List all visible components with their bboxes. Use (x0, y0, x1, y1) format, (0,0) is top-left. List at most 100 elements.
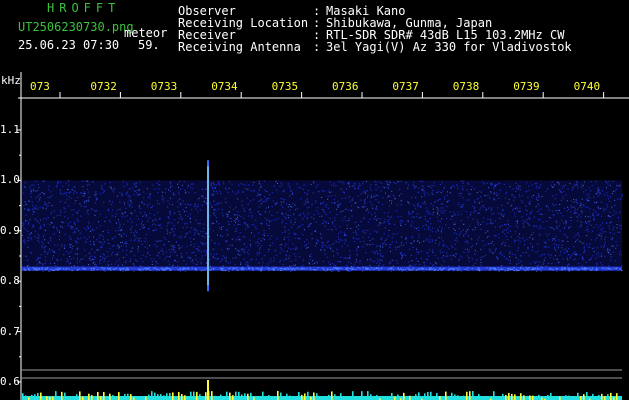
bottom-bar (370, 394, 372, 400)
bottom-bar (568, 395, 570, 400)
bottom-bar (100, 396, 102, 400)
bottom-bar (304, 393, 306, 400)
bottom-bar (139, 396, 141, 400)
bottom-bar (55, 391, 57, 400)
bottom-bar (262, 391, 264, 400)
bottom-bar (145, 396, 147, 400)
bottom-bar (328, 394, 330, 400)
bottom-bar (472, 391, 474, 400)
bottom-bar (286, 393, 288, 400)
bottom-bar (376, 395, 378, 400)
bottom-bar (298, 392, 300, 400)
bottom-bar (526, 395, 528, 400)
bottom-bar (211, 391, 213, 400)
y-tick-label: 1.1 (0, 123, 20, 136)
bottom-bar (538, 394, 540, 400)
bottom-bar (34, 394, 36, 400)
bottom-bar (577, 392, 579, 400)
bottom-bar (439, 396, 441, 400)
bottom-bar (265, 396, 267, 400)
y-axis-unit: kHz (1, 74, 21, 87)
bottom-bar (181, 394, 183, 400)
bottom-bar (403, 392, 405, 400)
bottom-bar (124, 393, 126, 400)
bottom-bar (46, 396, 48, 400)
bottom-bar (277, 391, 279, 400)
bottom-bar (148, 394, 150, 400)
y-tick-label: 0.7 (0, 324, 20, 338)
bottom-bar (580, 396, 582, 400)
bottom-bar (340, 393, 342, 400)
x-tick-label: 073 (30, 81, 50, 92)
bottom-bar (241, 394, 243, 400)
bottom-bar (508, 392, 510, 400)
bottom-bar (529, 395, 531, 400)
noise-band (22, 180, 624, 273)
bottom-bar (367, 391, 369, 400)
bottom-bar (586, 392, 588, 400)
bottom-bar (109, 393, 111, 400)
bottom-bar (391, 392, 393, 400)
bottom-bar (217, 396, 219, 400)
bottom-bar (583, 394, 585, 400)
bottom-bar (592, 393, 594, 400)
bottom-bar (316, 393, 318, 400)
bottom-bar (430, 391, 432, 400)
x-tick-label: 0735 (271, 81, 299, 92)
bottom-bar (457, 395, 459, 400)
bottom-bar (445, 391, 447, 400)
bottom-bar (361, 391, 363, 400)
bottom-bar (409, 395, 411, 400)
bottom-bar (505, 394, 507, 400)
bottom-bar (307, 391, 309, 400)
bottom-bar (247, 393, 249, 400)
bottom-bar (91, 395, 93, 400)
bottom-bar (466, 391, 468, 400)
bottom-bar (184, 395, 186, 400)
bottom-bar (511, 393, 513, 400)
bottom-bar (106, 396, 108, 400)
bottom-bar (157, 394, 159, 400)
bottom-bar (373, 395, 375, 400)
bottom-bar (178, 392, 180, 400)
bottom-bar (193, 391, 195, 400)
bottom-bar (454, 394, 456, 400)
bottom-bar (463, 395, 465, 400)
bottom-bar (301, 394, 303, 400)
bottom-bar (292, 396, 294, 400)
y-axis-ticks (17, 129, 21, 383)
bottom-bar (226, 391, 228, 400)
bottom-bar (424, 393, 426, 400)
bottom-bar (151, 391, 153, 400)
bottom-bars (22, 380, 622, 400)
bottom-bar (352, 391, 354, 400)
bottom-bar (214, 395, 216, 400)
bottom-bar (436, 393, 438, 400)
bottom-bar (196, 391, 198, 400)
bottom-bar (334, 394, 336, 400)
x-tick-label: 0736 (332, 81, 359, 92)
bottom-bar (397, 394, 399, 400)
bottom-bar (451, 392, 453, 400)
bottom-bar (433, 395, 435, 400)
bottom-bar-meteor (207, 380, 209, 400)
bottom-bar (610, 392, 612, 400)
bottom-bar (22, 393, 24, 400)
bottom-bar (40, 392, 42, 400)
bottom-bar (238, 391, 240, 400)
bottom-bar (244, 393, 246, 400)
meteor-trace-core (207, 166, 209, 286)
bottom-bar (121, 396, 123, 400)
bottom-bar (166, 393, 168, 400)
bottom-bar (31, 394, 33, 400)
bottom-bar (532, 395, 534, 400)
bottom-bar (250, 392, 252, 400)
bottom-bar (88, 393, 90, 400)
bottom-bar (355, 395, 357, 400)
bottom-bar (61, 391, 63, 400)
bottom-bar (199, 394, 201, 400)
x-tick-label: 0740 (573, 80, 601, 93)
carrier-line (22, 266, 623, 272)
bottom-bar (118, 392, 120, 400)
bottom-bar (25, 395, 27, 400)
